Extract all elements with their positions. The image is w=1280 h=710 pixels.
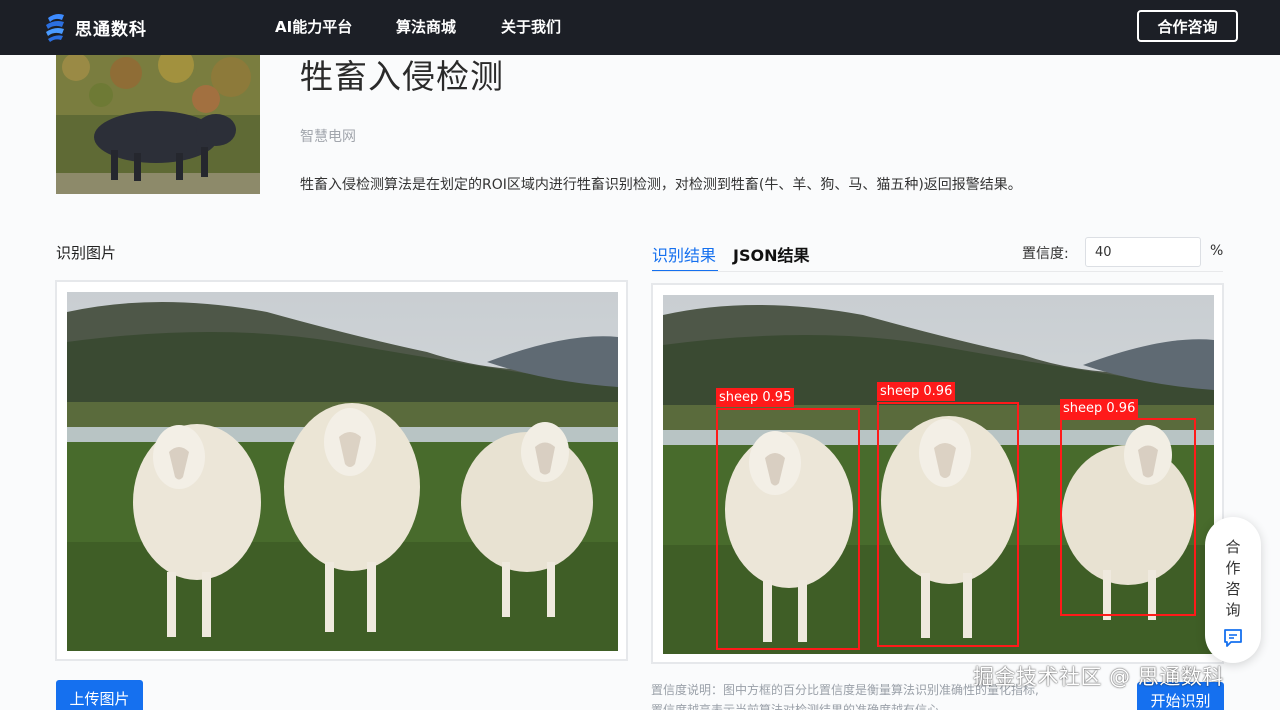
page-category: 智慧电网 xyxy=(300,129,356,145)
floating-consult-char: 询 xyxy=(1225,601,1241,619)
detection-label: sheep 0.95 xyxy=(716,388,795,407)
consult-button[interactable]: 合作咨询 xyxy=(1137,10,1238,42)
input-image-frame xyxy=(55,280,628,661)
nav-ai-platform[interactable]: AI能力平台 xyxy=(275,16,352,37)
brand-logo[interactable]: 思通数科 xyxy=(44,11,147,43)
chat-icon xyxy=(1224,629,1242,647)
tab-json-result[interactable]: JSON结果 xyxy=(733,242,809,266)
page-description: 牲畜入侵检测算法是在划定的ROI区域内进行牲畜识别检测，对检测到牲畜(牛、羊、狗… xyxy=(300,177,1022,193)
detection-box xyxy=(877,402,1019,647)
floating-consult-char: 作 xyxy=(1225,559,1241,577)
page-title: 牲畜入侵检测 xyxy=(300,57,504,96)
confidence-label: 置信度: xyxy=(1022,246,1069,262)
nav-algorithm-store[interactable]: 算法商城 xyxy=(396,16,456,37)
upload-image-button[interactable]: 上传图片 xyxy=(56,680,143,710)
hero-image xyxy=(56,55,260,194)
detection-label: sheep 0.96 xyxy=(877,382,956,401)
confidence-input[interactable] xyxy=(1085,237,1201,267)
detection-box xyxy=(1060,418,1196,616)
tab-divider xyxy=(652,271,1223,272)
floating-consult-char: 合 xyxy=(1225,538,1241,556)
detection-box xyxy=(716,408,860,650)
result-image-frame: sheep 0.95 sheep 0.96 sheep 0.96 xyxy=(651,283,1224,664)
brand-name: 思通数科 xyxy=(75,19,147,40)
input-image xyxy=(67,292,618,651)
logo-icon xyxy=(46,14,64,42)
tab-recognition-result[interactable]: 识别结果 xyxy=(652,242,719,272)
nav-about-us[interactable]: 关于我们 xyxy=(501,16,561,37)
confidence-unit: % xyxy=(1210,243,1224,259)
result-image: sheep 0.95 sheep 0.96 sheep 0.96 xyxy=(663,295,1214,654)
top-nav: 思通数科 AI能力平台 算法商城 关于我们 合作咨询 xyxy=(0,0,1280,55)
floating-consult-button[interactable]: 合 作 咨 询 xyxy=(1205,517,1261,663)
input-image-label: 识别图片 xyxy=(56,244,117,262)
confidence-note-line: 置信度越高表示当前算法对检测结果的准确度越有信心。 xyxy=(651,703,952,710)
floating-consult-char: 咨 xyxy=(1225,580,1241,598)
detection-label: sheep 0.96 xyxy=(1060,399,1139,418)
watermark: 掘金技术社区 @ 思通数科 xyxy=(973,665,1224,689)
